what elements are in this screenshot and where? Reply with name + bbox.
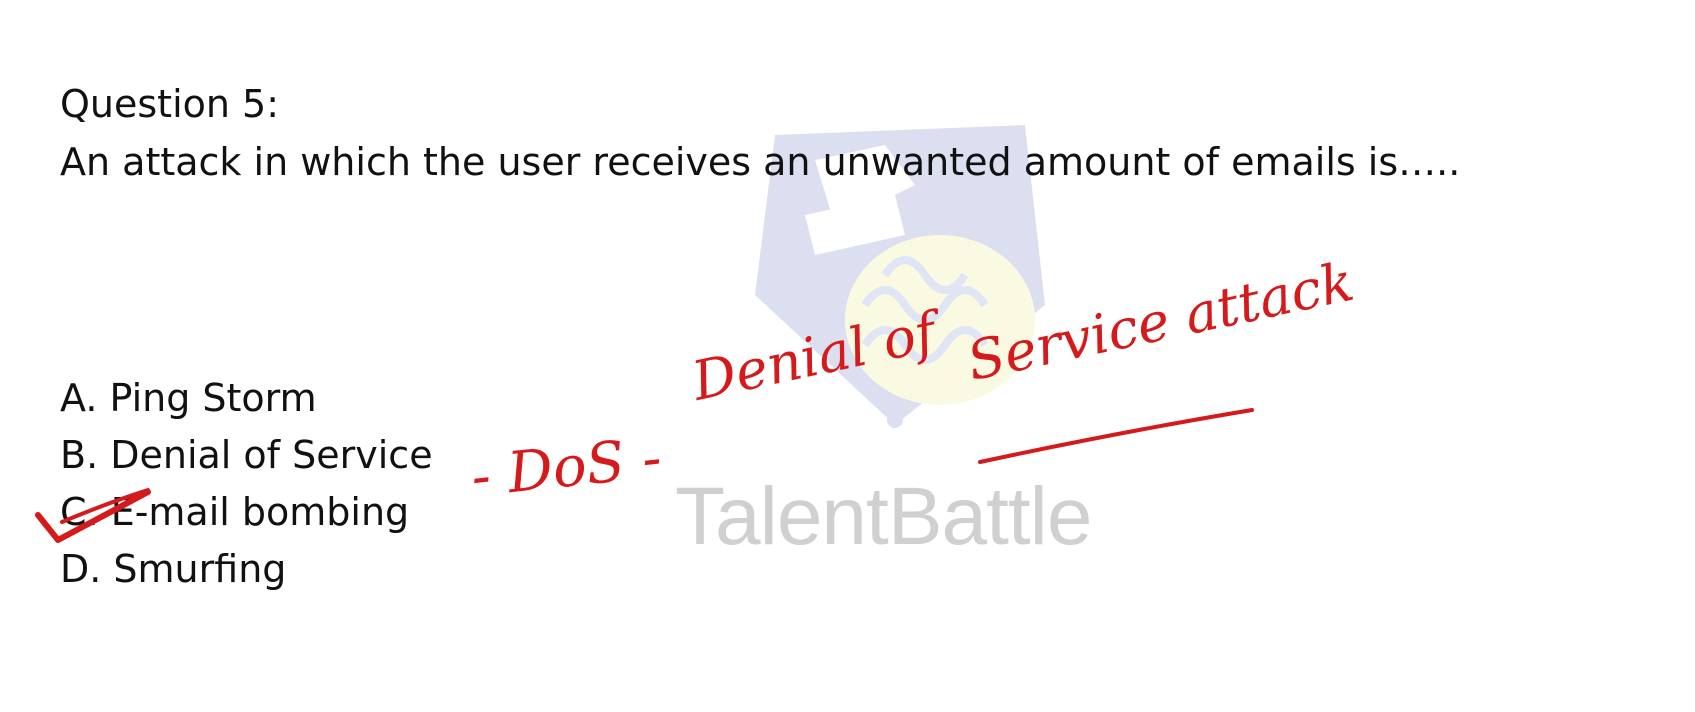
answer-options: A. Ping Storm B. Denial of Service C. E-… <box>60 370 433 598</box>
option-c: C. E-mail bombing <box>60 490 410 534</box>
question-title: Question 5: <box>60 82 280 126</box>
option-b: B. Denial of Service <box>60 433 433 477</box>
handwritten-dos: - DoS - <box>468 425 665 510</box>
question-text: An attack in which the user receives an … <box>60 140 1461 184</box>
option-a: A. Ping Storm <box>60 376 317 420</box>
option-d: D. Smurfing <box>60 547 287 591</box>
slide: TalentBattle Question 5: An attack in wh… <box>0 0 1695 712</box>
watermark-text: TalentBattle <box>675 471 1092 562</box>
